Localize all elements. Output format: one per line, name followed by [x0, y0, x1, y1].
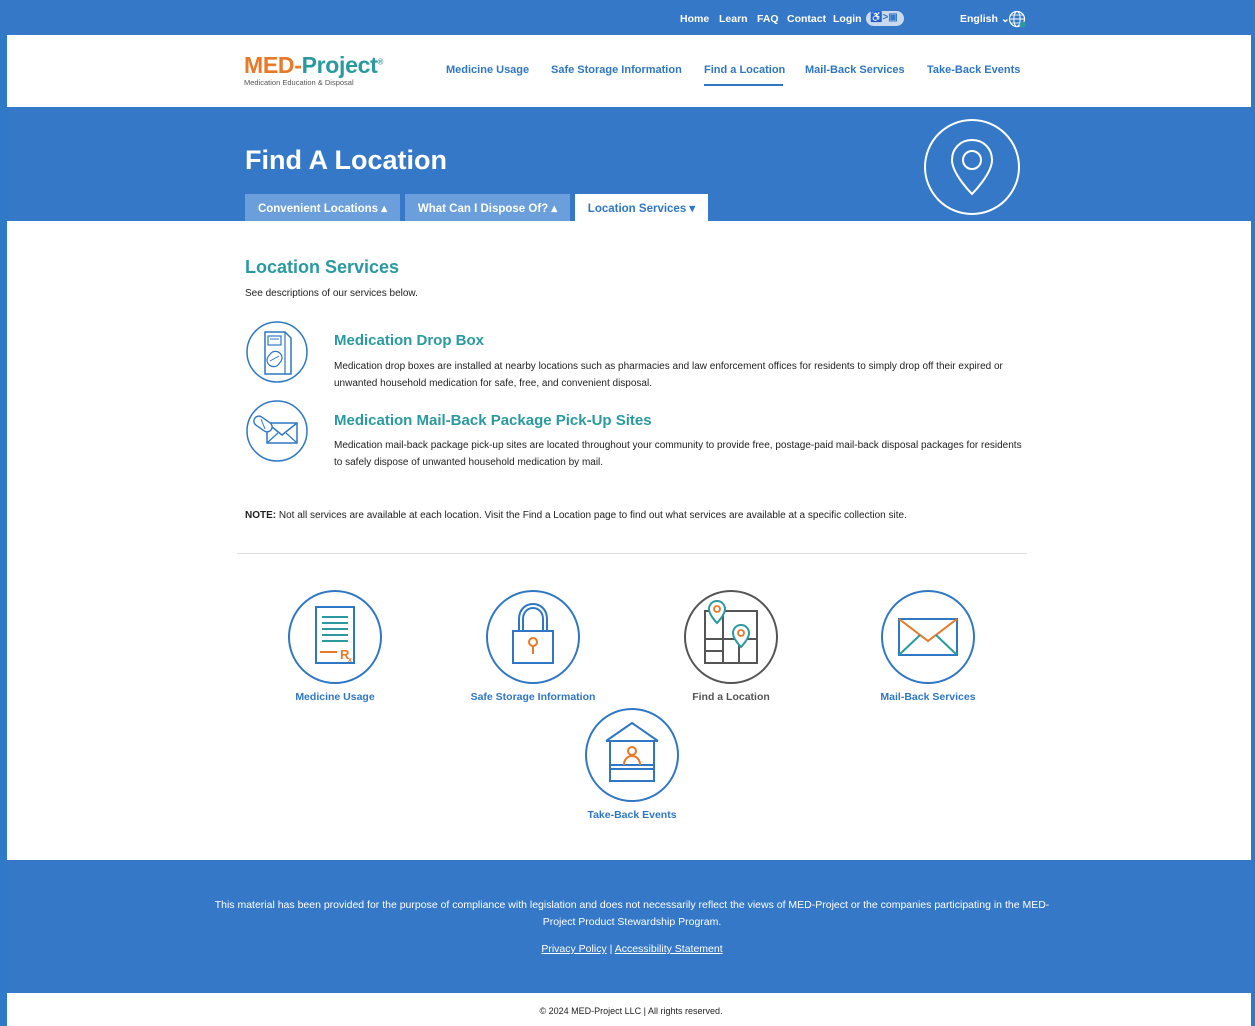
logo[interactable]: MED-Project® — [244, 52, 383, 79]
footer-disclaimer: This material has been provided for the … — [214, 899, 1050, 928]
accessibility-toggle[interactable]: ♿>▣ — [866, 11, 904, 26]
privacy-policy-link[interactable]: Privacy Policy — [541, 943, 606, 955]
learn-link[interactable]: Learn — [719, 13, 748, 25]
note-label: NOTE: — [245, 510, 277, 521]
home-link[interactable]: Home — [680, 13, 709, 25]
pill-envelope-icon — [246, 400, 308, 462]
service-desc-mail-back: Medication mail-back package pick-up sit… — [334, 440, 1022, 468]
footer-links: Privacy Policy | Accessibility Statement — [7, 943, 1255, 955]
prescription-icon: R x — [288, 590, 382, 684]
drop-box-icon — [246, 321, 308, 383]
location-pin-icon — [924, 119, 1020, 215]
language-label: English — [960, 13, 998, 25]
active-nav-indicator — [704, 84, 783, 86]
section-title: Location Services — [245, 257, 400, 277]
logo-tagline: Medication Education & Disposal — [244, 78, 354, 87]
tile-label-find-location[interactable]: Find a Location — [641, 691, 821, 703]
svg-text:x: x — [348, 657, 352, 664]
accessibility-badge-text: ♿>▣ — [870, 12, 898, 23]
take-back-booth-icon — [585, 708, 679, 802]
service-title-drop-box: Medication Drop Box — [334, 332, 485, 349]
tile-label-mail-back[interactable]: Mail-Back Services — [838, 691, 1018, 703]
language-selector[interactable]: English ⌄ — [960, 13, 1010, 25]
nav-medicine-usage[interactable]: Medicine Usage — [446, 64, 529, 76]
utility-bar: Home Learn FAQ Contact Login ♿>▣ English… — [0, 0, 1255, 35]
logo-med: MED- — [244, 52, 302, 78]
service-title-mail-back: Medication Mail-Back Package Pick-Up Sit… — [334, 412, 652, 429]
tile-mail-back[interactable]: Mail-Back Services — [838, 589, 1018, 703]
section-divider — [237, 553, 1027, 554]
section-intro: See descriptions of our services below. — [245, 288, 418, 299]
footer-link-separator: | — [606, 943, 615, 955]
contact-link[interactable]: Contact — [787, 13, 826, 25]
nav-take-back[interactable]: Take-Back Events — [927, 64, 1020, 76]
nav-safe-storage[interactable]: Safe Storage Information — [551, 64, 682, 76]
tile-label-safe-storage[interactable]: Safe Storage Information — [443, 691, 623, 703]
tile-find-location[interactable]: Find a Location — [641, 589, 821, 703]
site-header: MED-Project® Medication Education & Disp… — [7, 35, 1251, 107]
tile-take-back[interactable]: Take-Back Events — [542, 707, 722, 821]
service-desc-drop-box: Medication drop boxes are installed at n… — [334, 361, 1003, 389]
logo-project: Project — [301, 52, 378, 78]
tab-convenient-locations[interactable]: Convenient Locations ▴ — [245, 194, 400, 221]
map-pins-icon — [684, 590, 778, 684]
page-title: Find A Location — [245, 145, 447, 175]
site-footer: This material has been provided for the … — [7, 860, 1251, 993]
note-text: NOTE: Not all services are available at … — [245, 510, 907, 521]
envelope-icon — [881, 590, 975, 684]
nav-mail-back[interactable]: Mail-Back Services — [805, 64, 905, 76]
tab-what-can-i-dispose[interactable]: What Can I Dispose Of? ▴ — [405, 194, 570, 221]
hero-banner: Find A Location Convenient Locations ▴ W… — [7, 107, 1251, 221]
faq-link[interactable]: FAQ — [757, 13, 779, 25]
lock-icon — [486, 590, 580, 684]
tab-location-services[interactable]: Location Services ▾ — [575, 194, 708, 221]
globe-icon[interactable] — [1008, 10, 1026, 28]
nav-find-location[interactable]: Find a Location — [704, 64, 785, 76]
accessibility-statement-link[interactable]: Accessibility Statement — [615, 943, 723, 955]
logo-registered-mark: ® — [377, 57, 384, 67]
tile-medicine-usage[interactable]: R x Medicine Usage — [245, 589, 425, 703]
login-link[interactable]: Login — [833, 13, 862, 25]
copyright: © 2024 MED-Project LLC | All rights rese… — [539, 1006, 723, 1016]
tile-label-medicine-usage[interactable]: Medicine Usage — [245, 691, 425, 703]
tile-label-take-back[interactable]: Take-Back Events — [542, 809, 722, 821]
note-body: Not all services are available at each l… — [276, 510, 907, 521]
tile-safe-storage[interactable]: Safe Storage Information — [443, 589, 623, 703]
